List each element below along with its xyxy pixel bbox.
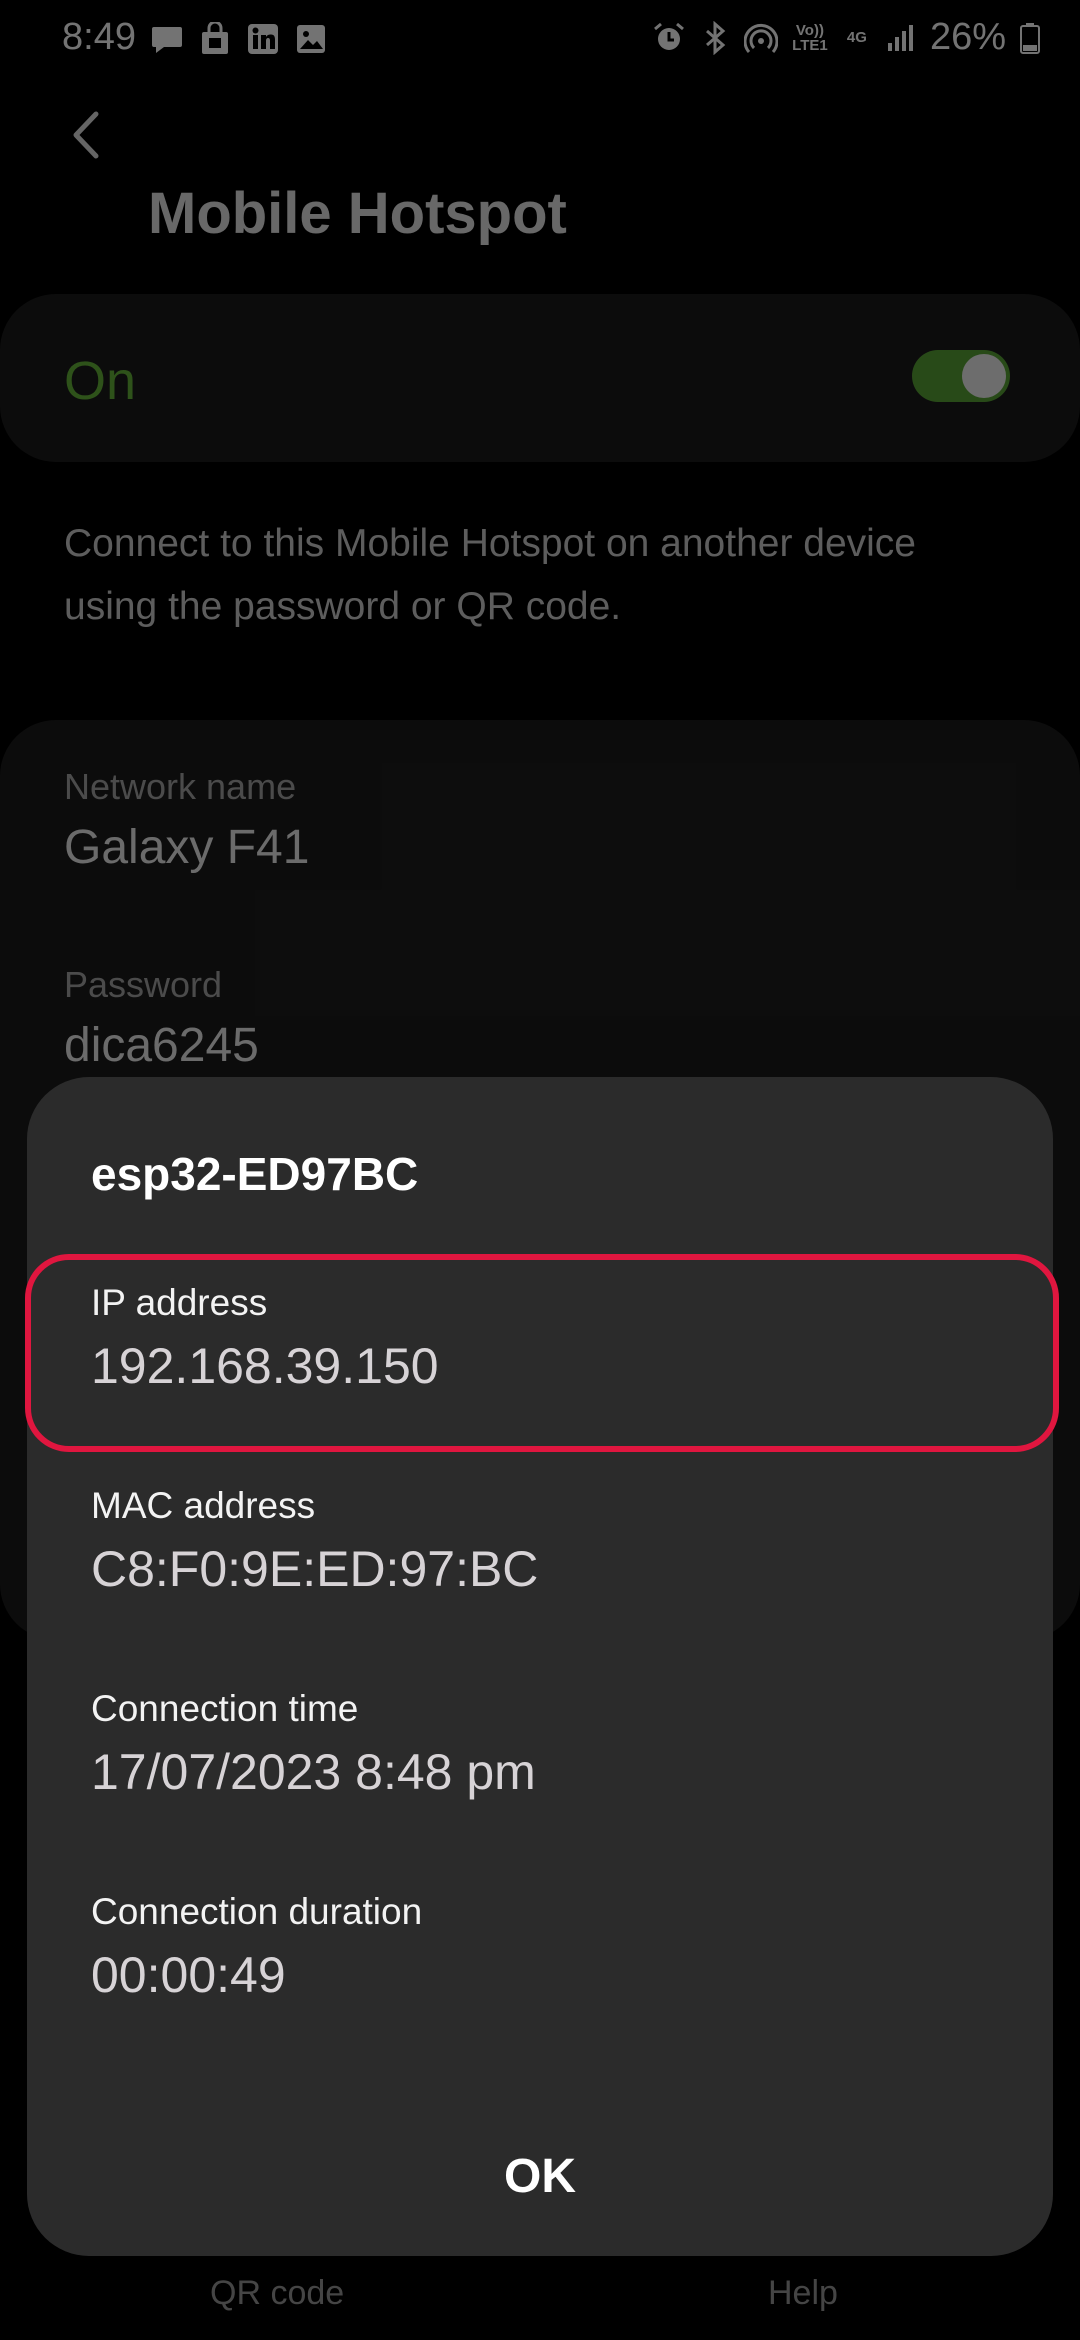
battery-icon [1020, 22, 1040, 54]
screen: 8:49 Vo)) LTE1 4G 26% Mobile Hotspot On … [0, 0, 1080, 2340]
password-value[interactable]: dica6245 [64, 1018, 259, 1073]
status-time: 8:49 [62, 16, 136, 58]
alarm-icon [653, 22, 684, 50]
chat-icon [152, 27, 182, 53]
dialog-title: esp32-ED97BC [91, 1148, 419, 1200]
bluetooth-icon [705, 20, 726, 55]
switch-knob [962, 354, 1006, 398]
bottom-nav: QR code Help [0, 2260, 1080, 2340]
connection-time-label: Connection time [91, 1688, 359, 1729]
hotspot-switch[interactable] [912, 350, 1010, 402]
status-bar: 8:49 Vo)) LTE1 4G 26% [0, 0, 1080, 84]
password-label: Password [64, 964, 223, 1005]
network-type-indicator: 4G [846, 29, 867, 46]
mac-address-label: MAC address [91, 1485, 316, 1526]
toggle-label: On [64, 351, 137, 411]
connection-time-value: 17/07/2023 8:48 pm [91, 1744, 536, 1800]
signal-icon [887, 24, 913, 51]
connection-duration-value: 00:00:49 [91, 1947, 286, 2003]
volte-indicator: Vo)) LTE1 [792, 21, 828, 54]
hotspot-icon [743, 23, 778, 53]
back-icon[interactable] [60, 100, 110, 170]
network-name-value[interactable]: Galaxy F41 [64, 820, 309, 875]
notification-icons [150, 22, 328, 56]
system-icons: Vo)) LTE1 4G 26% [652, 16, 1042, 59]
qr-code-button[interactable]: QR code [210, 2274, 344, 2313]
hotspot-description: Connect to this Mobile Hotspot on anothe… [64, 522, 917, 628]
network-name-label: Network name [64, 766, 297, 807]
help-button[interactable]: Help [768, 2274, 838, 2313]
page-title: Mobile Hotspot [148, 181, 567, 246]
linkedin-icon [248, 24, 278, 54]
battery-percentage: 26% [929, 16, 1006, 58]
ip-address-value: 192.168.39.150 [91, 1338, 439, 1394]
mac-address-value: C8:F0:9E:ED:97:BC [91, 1541, 539, 1597]
gallery-icon [297, 25, 325, 53]
ok-button[interactable]: OK [440, 2137, 640, 2217]
device-details-dialog: esp32-ED97BC IP address 192.168.39.150 M… [25, 1077, 1059, 2256]
ip-address-label: IP address [91, 1282, 268, 1323]
connection-duration-label: Connection duration [91, 1891, 423, 1932]
bag-icon [202, 22, 228, 54]
